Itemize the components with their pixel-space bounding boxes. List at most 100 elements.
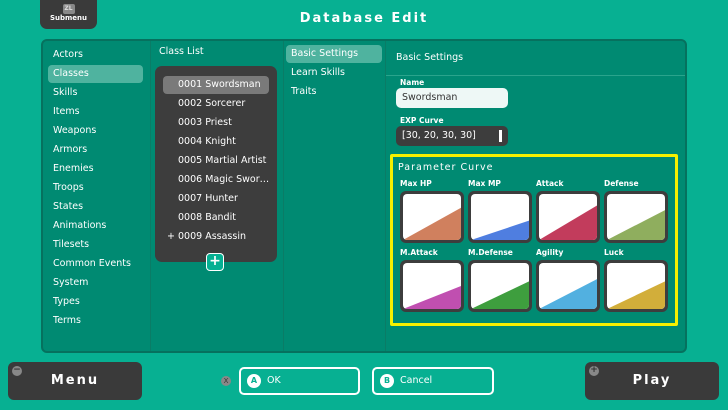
param-curve-attack[interactable]: Attack [536,179,600,243]
class-name: 0008 Bandit [178,212,236,223]
name-label: Name [400,78,425,87]
class-name: 0009 Assassin [178,231,246,242]
param-curve-luck[interactable]: Luck [604,248,668,312]
play-button[interactable]: + Play [585,362,719,400]
menu-button[interactable]: − Menu [8,362,142,400]
tab-learn-skills[interactable]: Learn Skills [286,64,382,82]
curve-fill [539,205,597,240]
sidebar-item-common-events[interactable]: Common Events [48,255,143,273]
curve-frame [604,191,668,243]
cancel-button[interactable]: B Cancel [372,367,494,395]
param-label: M.Defense [468,248,513,257]
ok-label: OK [267,375,281,386]
sidebar-item-items[interactable]: Items [48,103,143,121]
sidebar-item-system[interactable]: System [48,274,143,292]
exp-curve-label: EXP Curve [400,116,444,125]
class-name: 0004 Knight [178,136,236,147]
sidebar-item-terms[interactable]: Terms [48,312,143,330]
param-label: Max MP [468,179,501,188]
section-title: Basic Settings [396,52,464,63]
curve-frame [536,260,600,312]
param-label: Max HP [400,179,432,188]
class-list-item[interactable]: 0006 Magic Swor… [163,171,269,189]
sidebar-item-tilesets[interactable]: Tilesets [48,236,143,254]
curve-frame [400,191,464,243]
curve-graph [607,194,665,240]
sidebar-item-skills[interactable]: Skills [48,84,143,102]
curve-fill [607,281,665,309]
curve-graph [539,194,597,240]
param-curve-defense[interactable]: Defense [604,179,668,243]
class-name: 0007 Hunter [178,193,238,204]
class-list-item[interactable]: +0009 Assassin [163,228,269,246]
curve-fill [471,220,529,240]
class-list-item[interactable]: 0005 Martial Artist [163,152,269,170]
class-list-item[interactable]: 0004 Knight [163,133,269,151]
ok-button[interactable]: A OK [239,367,360,395]
plus-key-icon: + [589,365,599,376]
x-key-icon: X [221,376,231,386]
class-list-column: Class List 0001 Swordsman 0002 Sorcerer 00… [151,41,284,351]
name-input[interactable]: Swordsman [396,88,508,108]
sidebar-item-classes[interactable]: Classes [48,65,143,83]
curve-fill [403,286,461,309]
param-label: Luck [604,248,624,257]
sidebar-item-enemies[interactable]: Enemies [48,160,143,178]
page-title: Database Edit [299,11,429,26]
curve-graph [539,263,597,309]
sidebar-item-animations[interactable]: Animations [48,217,143,235]
add-class-button[interactable]: + [206,253,224,271]
class-list-item[interactable]: 0001 Swordsman [163,76,269,94]
basic-settings-panel: Basic Settings Name Swordsman EXP Curve … [386,41,685,351]
class-name: 0005 Martial Artist [178,155,267,166]
class-list-item[interactable]: 0003 Priest [163,114,269,132]
plus-icon: + [167,231,175,242]
curve-frame [604,260,668,312]
sidebar-item-actors[interactable]: Actors [48,46,143,64]
class-name: 0006 Magic Swor… [178,174,270,185]
curve-graph [403,263,461,309]
minus-key-icon: − [12,365,22,376]
sidebar-item-troops[interactable]: Troops [48,179,143,197]
divider [386,75,685,76]
curve-graph [471,194,529,240]
class-list-item[interactable]: 0002 Sorcerer [163,95,269,113]
class-list-item[interactable]: 0008 Bandit [163,209,269,227]
b-key-icon: B [380,374,394,388]
param-label: Defense [604,179,639,188]
class-name: 0003 Priest [178,117,232,128]
menu-label: Menu [50,373,100,388]
tab-traits[interactable]: Traits [286,83,382,101]
curve-fill [403,207,461,240]
param-curve-m-attack[interactable]: M.Attack [400,248,464,312]
class-list-title: Class List [159,46,204,57]
curve-fill [471,281,529,309]
exp-curve-input[interactable]: [30, 20, 30, 30] [396,126,508,146]
sidebar-item-armors[interactable]: Armors [48,141,143,159]
param-curve-max-mp[interactable]: Max MP [468,179,532,243]
param-label: M.Attack [400,248,438,257]
curve-frame [536,191,600,243]
parameter-curve-section: Parameter Curve Max HP Max MP Attack Defens… [390,154,678,326]
sidebar-item-types[interactable]: Types [48,293,143,311]
param-curve-agility[interactable]: Agility [536,248,600,312]
curve-frame [468,191,532,243]
param-curve-max-hp[interactable]: Max HP [400,179,464,243]
class-name: 0002 Sorcerer [178,98,246,109]
text-cursor [499,130,502,142]
exp-curve-value: [30, 20, 30, 30] [402,130,476,141]
tab-basic-settings[interactable]: Basic Settings [286,45,382,63]
sidebar-item-weapons[interactable]: Weapons [48,122,143,140]
sidebar-item-states[interactable]: States [48,198,143,216]
param-curve-m-defense[interactable]: M.Defense [468,248,532,312]
database-panel: Actors Classes Skills Items Weapons Armors Ene… [41,39,687,353]
curve-frame [400,260,464,312]
curve-graph [607,263,665,309]
class-list: 0001 Swordsman 0002 Sorcerer 0003 Priest 00… [155,66,277,262]
curve-frame [468,260,532,312]
class-list-item[interactable]: 0007 Hunter [163,190,269,208]
curve-fill [539,279,597,309]
curve-fill [607,210,665,240]
a-key-icon: A [247,374,261,388]
param-label: Agility [536,248,564,257]
